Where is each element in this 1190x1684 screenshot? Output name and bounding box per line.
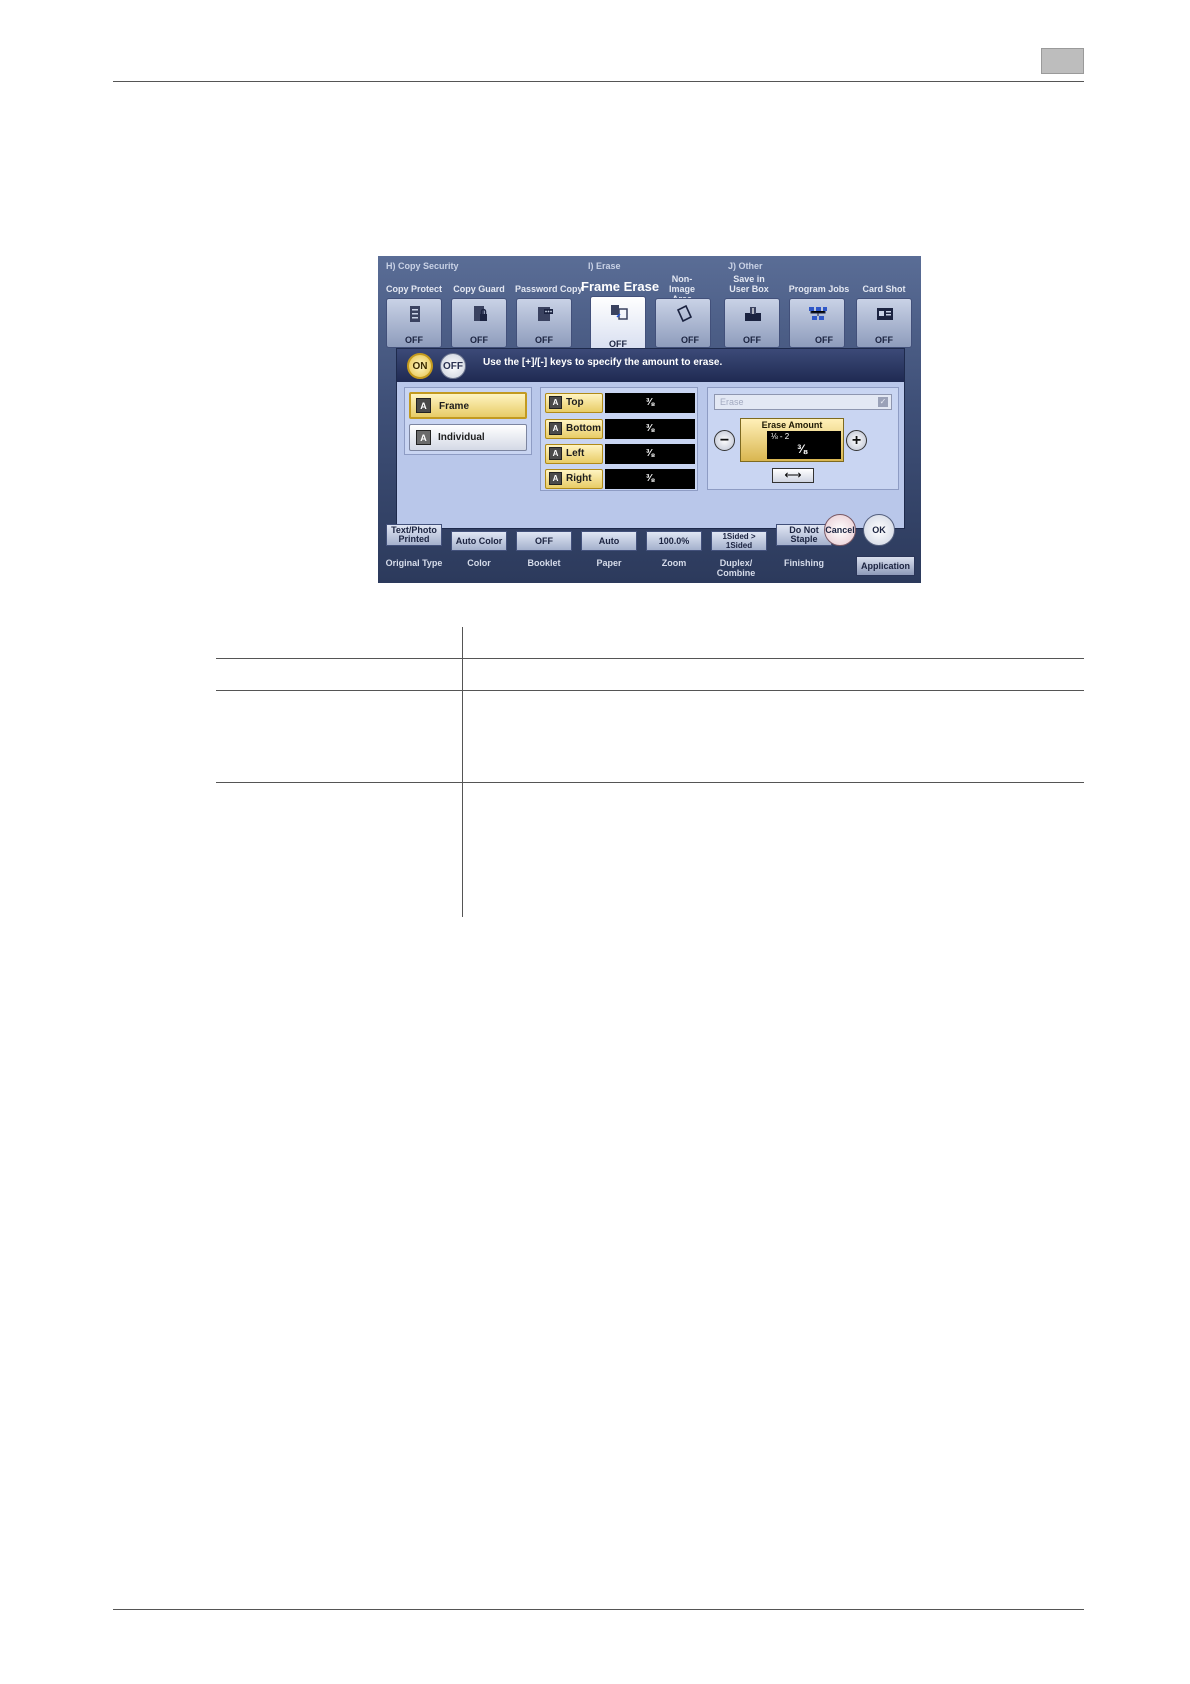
- horizontal-arrow-button[interactable]: ⟷: [772, 468, 814, 483]
- tile-label-program-jobs: Program Jobs: [788, 284, 850, 294]
- tile-label-password-copy: Password Copy: [515, 284, 583, 294]
- original-type-label: Original Type: [385, 558, 443, 568]
- duplex-combine-button[interactable]: 1Sided > 1Sided: [711, 531, 767, 551]
- side-amounts-group: A Top ⅜ A Bottom ⅜ A Left ⅜ A Right ⅜: [540, 387, 698, 491]
- card-shot-button[interactable]: OFF: [856, 298, 912, 348]
- tile-label-card-shot: Card Shot: [862, 284, 906, 294]
- zoom-label: Zoom: [661, 558, 687, 568]
- tile-value: OFF: [743, 335, 761, 345]
- booklet-button[interactable]: OFF: [516, 531, 572, 551]
- password-copy-button[interactable]: OFF: [516, 298, 572, 348]
- minus-button[interactable]: −: [714, 430, 735, 451]
- tile-value: OFF: [815, 335, 833, 345]
- tile-value: OFF: [681, 335, 699, 345]
- left-side-button[interactable]: A Left: [545, 444, 603, 464]
- non-image-erase-icon: [676, 305, 693, 323]
- table-row-divider: [216, 690, 1084, 691]
- erase-amount-title: Erase Amount: [761, 420, 823, 430]
- copy-protect-button[interactable]: OFF: [386, 298, 442, 348]
- right-amount-value: ⅜: [605, 469, 695, 489]
- tile-label-save-in-user-box: Save in User Box: [729, 274, 769, 294]
- frame-erase-screen: H) Copy Security I) Erase J) Other Copy …: [378, 256, 921, 583]
- document-icon: [410, 306, 420, 322]
- side-label: Top: [566, 397, 584, 408]
- program-jobs-icon: [809, 307, 827, 320]
- on-button[interactable]: ON: [407, 353, 433, 379]
- individual-mode-button[interactable]: A Individual: [409, 424, 527, 451]
- plus-button[interactable]: +: [846, 430, 867, 451]
- non-image-area-erase-button[interactable]: OFF: [655, 298, 711, 348]
- paper-label: Paper: [596, 558, 622, 568]
- save-box-icon: [745, 307, 761, 321]
- checkmark-icon: ✓: [878, 397, 888, 407]
- lock-icon: [474, 306, 487, 321]
- color-button[interactable]: Auto Color: [451, 531, 507, 551]
- left-amount-value: ⅜: [605, 444, 695, 464]
- finishing-label: Finishing: [784, 558, 824, 568]
- footer-rule: [113, 1609, 1084, 1610]
- tile-label-copy-guard: Copy Guard: [453, 284, 505, 294]
- a-letter-icon: A: [549, 396, 562, 409]
- cancel-button[interactable]: Cancel: [824, 514, 856, 546]
- off-button[interactable]: OFF: [440, 353, 466, 379]
- card-shot-icon: [877, 308, 893, 320]
- tile-value: OFF: [470, 335, 488, 345]
- tile-label-copy-protect: Copy Protect: [386, 284, 443, 294]
- color-label: Color: [467, 558, 491, 568]
- a-letter-icon: A: [416, 398, 431, 413]
- group-erase: I) Erase: [588, 261, 621, 271]
- frame-erase-icon: [611, 305, 628, 320]
- a-letter-icon: A: [549, 422, 562, 435]
- booklet-label: Booklet: [527, 558, 561, 568]
- top-amount-value: ⅜: [605, 393, 695, 413]
- erase-checkbox[interactable]: Erase ✓: [714, 394, 892, 410]
- mode-label: Individual: [438, 432, 485, 443]
- erase-amount-panel: Erase Amount ⅛ - 2 ⅜: [740, 418, 844, 462]
- frame-erase-button[interactable]: OFF: [590, 296, 646, 352]
- original-type-button[interactable]: Text/Photo Printed: [386, 524, 442, 546]
- group-copy-security: H) Copy Security: [386, 261, 459, 271]
- erase-checkbox-label: Erase: [720, 397, 744, 407]
- tile-label-frame-erase: Frame Erase: [581, 279, 660, 294]
- tile-value: OFF: [535, 335, 553, 345]
- password-copy-icon: [538, 307, 553, 321]
- application-button[interactable]: Application: [856, 556, 915, 576]
- paper-button[interactable]: Auto: [581, 531, 637, 551]
- a-letter-icon: A: [549, 447, 562, 460]
- erase-amount-group: Erase ✓ − Erase Amount ⅛ - 2 ⅜ + ⟷: [707, 387, 899, 490]
- table-row-divider: [216, 658, 1084, 659]
- table-row-divider: [216, 782, 1084, 783]
- dialog-header: ON OFF Use the [+]/[-] keys to specify t…: [397, 349, 904, 382]
- erase-amount-range: ⅛ - 2: [771, 432, 790, 441]
- a-letter-icon: A: [549, 472, 562, 485]
- bottom-amount-value: ⅜: [605, 419, 695, 439]
- save-in-user-box-button[interactable]: OFF: [724, 298, 780, 348]
- tile-value: OFF: [405, 335, 423, 345]
- page-tab: [1041, 48, 1084, 74]
- bottom-side-button[interactable]: A Bottom: [545, 419, 603, 439]
- erase-amount-value: ⅜: [797, 442, 808, 456]
- instruction-text: Use the [+]/[-] keys to specify the amou…: [483, 357, 723, 368]
- zoom-button[interactable]: 100.0%: [646, 531, 702, 551]
- mode-label: Frame: [439, 401, 470, 412]
- right-side-button[interactable]: A Right: [545, 469, 603, 489]
- erase-amount-display: ⅛ - 2 ⅜: [767, 431, 841, 459]
- erase-mode-group: A Frame A Individual: [404, 387, 532, 455]
- frame-erase-dialog: ON OFF Use the [+]/[-] keys to specify t…: [396, 348, 905, 529]
- duplex-combine-label: Duplex/ Combine: [716, 558, 756, 578]
- side-label: Right: [566, 473, 592, 484]
- header-rule: [113, 81, 1084, 82]
- group-other: J) Other: [728, 261, 763, 271]
- stacked-a-icon: A: [416, 430, 431, 445]
- side-label: Bottom: [566, 423, 601, 434]
- side-label: Left: [566, 448, 585, 459]
- frame-mode-button[interactable]: A Frame: [409, 392, 527, 419]
- tile-value: OFF: [875, 335, 893, 345]
- table-column-divider: [462, 627, 463, 917]
- program-jobs-button[interactable]: OFF: [789, 298, 845, 348]
- copy-guard-button[interactable]: OFF: [451, 298, 507, 348]
- ok-button[interactable]: OK: [863, 514, 895, 546]
- top-side-button[interactable]: A Top: [545, 393, 603, 413]
